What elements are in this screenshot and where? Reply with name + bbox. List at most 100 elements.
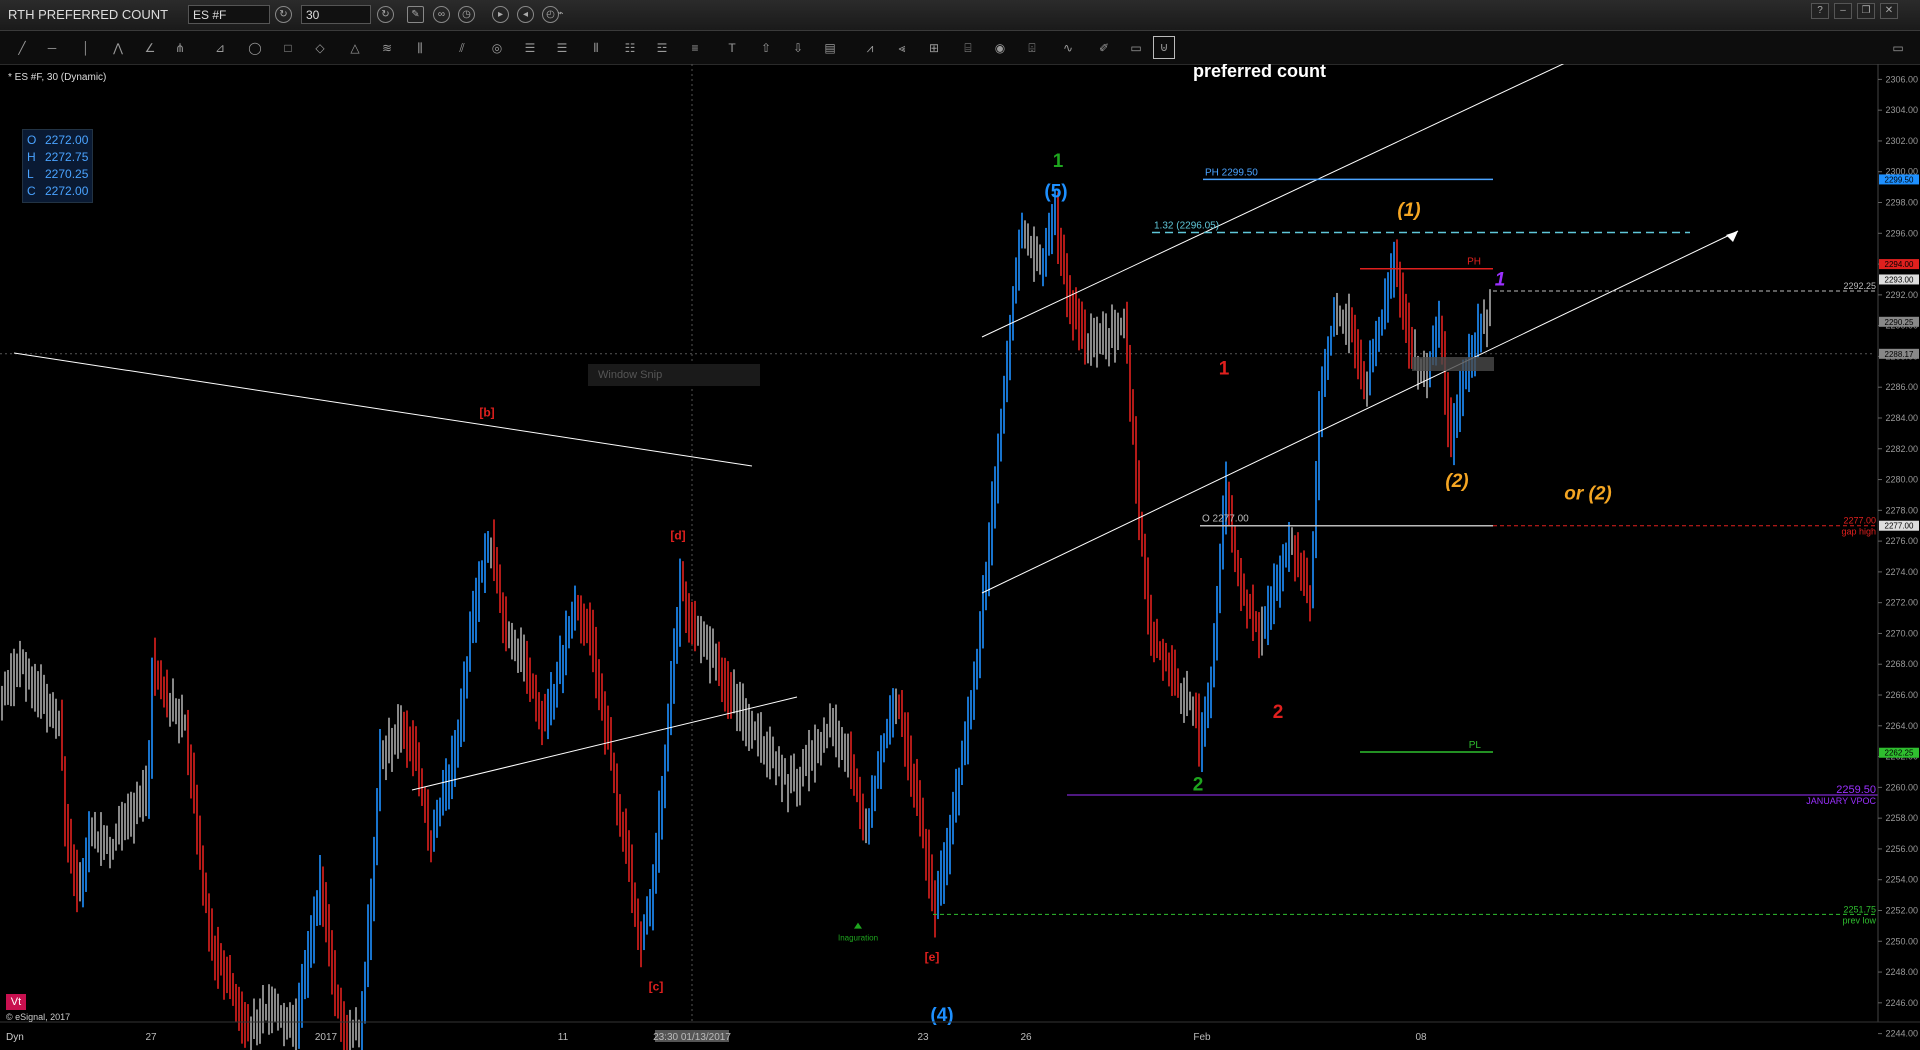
rewind-icon[interactable]: ◂ — [517, 6, 534, 23]
vt-badge[interactable]: Vt — [6, 994, 26, 1010]
symbol-field[interactable]: ES #F — [188, 5, 270, 24]
axis-price-tag-label: 2290.25 — [1885, 318, 1914, 327]
tag-icon[interactable]: ⌁ — [552, 6, 569, 23]
price-tick-label: 2272.00 — [1885, 598, 1918, 608]
ellipse-tool-icon[interactable]: ◯ — [245, 40, 265, 56]
price-bars — [1, 189, 1491, 1050]
wave-label: 2 — [1273, 702, 1284, 723]
angle-tool-icon[interactable]: ∠ — [140, 40, 160, 56]
clock-icon[interactable]: ◷ — [458, 6, 475, 23]
close-button[interactable]: ✕ — [1880, 3, 1898, 19]
vline-tool-icon[interactable]: │ — [76, 40, 96, 56]
side-level-value: 2251.75 — [1843, 904, 1876, 914]
price-chart[interactable]: PH 2299.50 1.32 (2296.05) PH O 2277.00 PL Ina… — [0, 64, 1920, 1050]
window-title: RTH PREFERRED COUNT — [8, 7, 169, 22]
wave-label: [b] — [479, 405, 494, 419]
pti-icon[interactable]: ⌹ — [1022, 40, 1042, 56]
highlighter-icon[interactable]: ✐ — [1094, 40, 1114, 56]
text-tool-icon[interactable]: T — [722, 40, 742, 56]
wave-label: (2) — [1445, 471, 1468, 492]
hline-tool-icon[interactable]: ─ — [42, 40, 62, 56]
ohlc-box: O 2272.00 H 2272.75 L 2270.25 C 2272.00 — [22, 129, 94, 203]
wave-label: 1 — [1053, 151, 1064, 172]
wave-icon[interactable]: ∿ — [1058, 40, 1078, 56]
pitchfork-tool-icon[interactable]: ⋔ — [170, 40, 190, 56]
speed-lines-icon[interactable]: ≡ — [685, 40, 705, 56]
levels-icon[interactable]: ☲ — [652, 40, 672, 56]
time-tick-label: 2017 — [315, 1032, 338, 1043]
price-tick-label: 2304.00 — [1885, 105, 1918, 115]
fan-tool-icon[interactable]: ⊿ — [210, 40, 230, 56]
price-tick-label: 2268.00 — [1885, 659, 1918, 669]
price-tick-label: 2296.00 — [1885, 228, 1918, 238]
eye-icon[interactable]: ◉ — [990, 40, 1010, 56]
price-tick-label: 2256.00 — [1885, 844, 1918, 854]
price-tick-label: 2266.00 — [1885, 690, 1918, 700]
mob-icon[interactable]: ⌸ — [958, 40, 978, 56]
play-icon[interactable]: ▸ — [492, 6, 509, 23]
price-tick-label: 2286.00 — [1885, 382, 1918, 392]
magnet-icon[interactable]: ⊍ — [1153, 36, 1175, 59]
draw-pencil-icon[interactable]: ✎ — [407, 6, 424, 23]
side-level-name: JANUARY VPOC — [1806, 796, 1876, 806]
grid-icon[interactable]: ⊞ — [924, 40, 944, 56]
axis-price-tag-label: 2293.00 — [1885, 275, 1914, 284]
level-label: O 2277.00 — [1202, 514, 1249, 525]
gann-icon[interactable]: ☷ — [620, 40, 640, 56]
ohlc-low: L 2270.25 — [27, 167, 89, 181]
inauguration-arrow-icon — [854, 922, 862, 929]
target-tool-icon[interactable]: ◎ — [487, 40, 507, 56]
rect-tool-icon[interactable]: □ — [278, 40, 298, 56]
wave-label: [e] — [925, 950, 940, 964]
minimize-button[interactable]: – — [1834, 3, 1852, 19]
price-levels: PH 2299.50 1.32 (2296.05) PH O 2277.00 PL Ina… — [838, 167, 1878, 943]
ohlc-close: C 2272.00 — [27, 184, 89, 198]
side-level-name: gap high — [1841, 527, 1876, 537]
fib-retrace-icon[interactable]: ☰ — [520, 40, 540, 56]
fib-ext-icon[interactable]: ☰ — [552, 40, 572, 56]
price-tick-label: 2258.00 — [1885, 813, 1918, 823]
side-level-value: 2277.00 — [1843, 516, 1876, 526]
fib-time-icon[interactable]: ⦀ — [586, 40, 606, 56]
time-tick-label: Feb — [1193, 1032, 1211, 1043]
eraser-tool-icon[interactable]: ◇ — [310, 40, 330, 56]
time-tick-label: 08 — [1415, 1032, 1427, 1043]
cross-icon[interactable]: ⪡ — [892, 40, 912, 56]
help-button[interactable]: ? — [1811, 3, 1829, 19]
copyright-text: © eSignal, 2017 — [6, 1012, 71, 1022]
restore-button[interactable]: ❐ — [1857, 3, 1875, 19]
toolbar-menu-icon[interactable]: ▭ — [1888, 40, 1908, 56]
window-snip-overlay[interactable]: Window Snip — [588, 364, 760, 386]
price-tick-label: 2282.00 — [1885, 444, 1918, 454]
link-icon[interactable]: ∞ — [433, 6, 450, 23]
box-text-icon[interactable]: ▤ — [820, 40, 840, 56]
zigzag-tool-icon[interactable]: ⋀ — [108, 40, 128, 56]
arrow-down-tool-icon[interactable]: ⇩ — [788, 40, 808, 56]
price-tick-label: 2244.00 — [1885, 1029, 1918, 1039]
side-level-value: 2292.25 — [1843, 281, 1876, 291]
parallel-tool-icon[interactable]: ⫽ — [452, 40, 472, 56]
price-tick-label: 2252.00 — [1885, 905, 1918, 915]
trend-lines — [13, 64, 1739, 791]
price-tick-label: 2298.00 — [1885, 198, 1918, 208]
inauguration-label: Inaguration — [838, 934, 878, 943]
wave-label: 1 — [1495, 269, 1506, 290]
line-tool-icon[interactable]: ╱ — [12, 40, 32, 56]
channel-tool-icon[interactable]: ≋ — [377, 40, 397, 56]
refresh-icon[interactable]: ↻ — [275, 6, 292, 23]
wave-label: (4) — [930, 1005, 953, 1026]
price-axis: 2306.002304.002302.002300.002298.002296.… — [1877, 64, 1919, 1039]
interval-field[interactable]: 30 — [301, 5, 371, 24]
cycle-tool-icon[interactable]: ⫼ — [410, 40, 430, 56]
arrow-up-tool-icon[interactable]: ⇧ — [756, 40, 776, 56]
triangle-tool-icon[interactable]: △ — [345, 40, 365, 56]
price-tick-label: 2280.00 — [1885, 475, 1918, 485]
wave-label: [c] — [649, 979, 664, 993]
screen-icon[interactable]: ▭ — [1126, 40, 1146, 56]
price-tick-label: 2250.00 — [1885, 936, 1918, 946]
price-tick-label: 2254.00 — [1885, 875, 1918, 885]
level-label: PL — [1469, 740, 1482, 751]
regression-icon[interactable]: ⩘ — [860, 40, 880, 56]
interval-refresh-icon[interactable]: ↻ — [377, 6, 394, 23]
price-tick-label: 2260.00 — [1885, 782, 1918, 792]
